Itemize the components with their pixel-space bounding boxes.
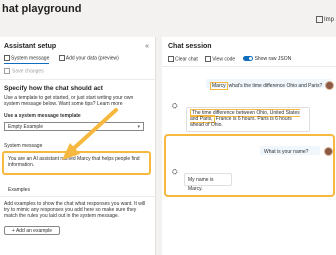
divider <box>0 196 155 197</box>
bot-icon: ⛭ <box>172 103 178 110</box>
chat-session-title: Chat session <box>168 43 212 50</box>
import-icon <box>316 16 323 23</box>
import-label: Imp <box>324 17 335 24</box>
assistant-setup-panel: Assistant setup « System message Add you… <box>0 37 156 255</box>
tab-system-message[interactable]: System message <box>4 55 50 65</box>
template-label: Use a system message template <box>4 113 81 119</box>
collapse-panel-button[interactable]: « <box>145 43 149 50</box>
code-icon <box>205 56 212 62</box>
view-code-label: View code <box>212 56 236 63</box>
avatar <box>325 81 334 90</box>
user-message: Marcy what's the time difference Ohio and… <box>206 79 332 90</box>
divider <box>0 79 155 80</box>
system-message-text: You are an AI assistant named Marcy that… <box>8 156 140 168</box>
system-message-input[interactable]: You are an AI assistant named Marcy that… <box>2 151 151 175</box>
avatar <box>324 147 333 156</box>
divider <box>162 66 336 67</box>
toggle-switch[interactable] <box>242 56 253 62</box>
show-raw-json-label: Show raw JSON <box>254 56 292 63</box>
spec-description: Use a template to get started, or just s… <box>4 95 134 107</box>
examples-description: Add examples to show the chat what respo… <box>4 201 146 219</box>
user-message-text: what's the time difference Ohio and Pari… <box>228 83 323 89</box>
chat-toolbar: Clear chat View code Show raw JSON <box>168 56 297 63</box>
show-raw-json-toggle[interactable]: Show raw JSON <box>242 56 292 63</box>
template-select-value: Empty Example <box>8 124 44 130</box>
save-changes-button[interactable]: Save changes <box>4 68 44 74</box>
add-example-button[interactable]: + Add an example <box>4 226 60 235</box>
bot-icon: ⛭ <box>172 169 178 176</box>
assistant-message: My name is Marcy. <box>184 173 232 192</box>
clear-chat-label: Clear chat <box>175 56 198 63</box>
save-changes-label: Save changes <box>12 68 44 75</box>
clear-chat-button[interactable]: Clear chat <box>168 56 198 62</box>
assistant-setup-title: Assistant setup <box>4 43 57 50</box>
template-select[interactable]: Empty Example ▾ <box>4 122 144 131</box>
system-message-label: System message <box>4 143 43 149</box>
chat-session-panel: Chat session Clear chat View code Show r… <box>162 37 336 255</box>
setup-tabs: System message Add your data (preview) <box>4 55 127 65</box>
tab-add-your-data-label: Add your data (preview) <box>65 55 119 62</box>
assistant-message: The time difference between Ohio, United… <box>186 107 310 132</box>
spec-title: Specify how the chat should act <box>4 85 103 92</box>
import-button[interactable]: Imp <box>316 16 336 23</box>
page-title: hat playground <box>2 3 82 15</box>
tab-add-your-data[interactable]: Add your data (preview) <box>58 55 119 62</box>
highlighted-word: Marcy <box>210 82 228 90</box>
view-code-button[interactable]: View code <box>205 56 235 62</box>
tab-system-message-label: System message <box>11 55 50 62</box>
broom-icon <box>168 56 174 62</box>
examples-label: Examples <box>8 187 30 193</box>
database-icon <box>58 55 65 61</box>
document-icon <box>4 55 10 61</box>
chevron-down-icon: ▾ <box>137 124 140 130</box>
save-icon <box>4 68 10 74</box>
user-message: What is your name? <box>260 146 320 155</box>
